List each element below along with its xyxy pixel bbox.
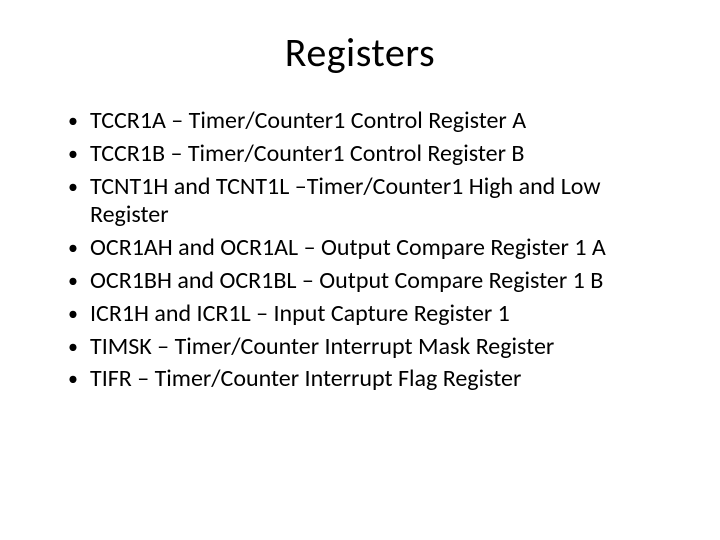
list-item: TIFR – Timer/Counter Interrupt Flag Regi… — [68, 365, 680, 394]
list-item: TCNT1H and TCNT1L –Timer/Counter1 High a… — [68, 173, 680, 231]
list-item: OCR1BH and OCR1BL – Output Compare Regis… — [68, 267, 680, 296]
list-item: ICR1H and ICR1L – Input Capture Register… — [68, 300, 680, 329]
list-item: TIMSK – Timer/Counter Interrupt Mask Reg… — [68, 333, 680, 362]
slide: Registers TCCR1A – Timer/Counter1 Contro… — [0, 0, 720, 540]
bullet-list: TCCR1A – Timer/Counter1 Control Register… — [40, 107, 680, 394]
list-item: TCCR1B – Timer/Counter1 Control Register… — [68, 140, 680, 169]
slide-title: Registers — [40, 28, 680, 77]
list-item: OCR1AH and OCR1AL – Output Compare Regis… — [68, 234, 680, 263]
list-item: TCCR1A – Timer/Counter1 Control Register… — [68, 107, 680, 136]
